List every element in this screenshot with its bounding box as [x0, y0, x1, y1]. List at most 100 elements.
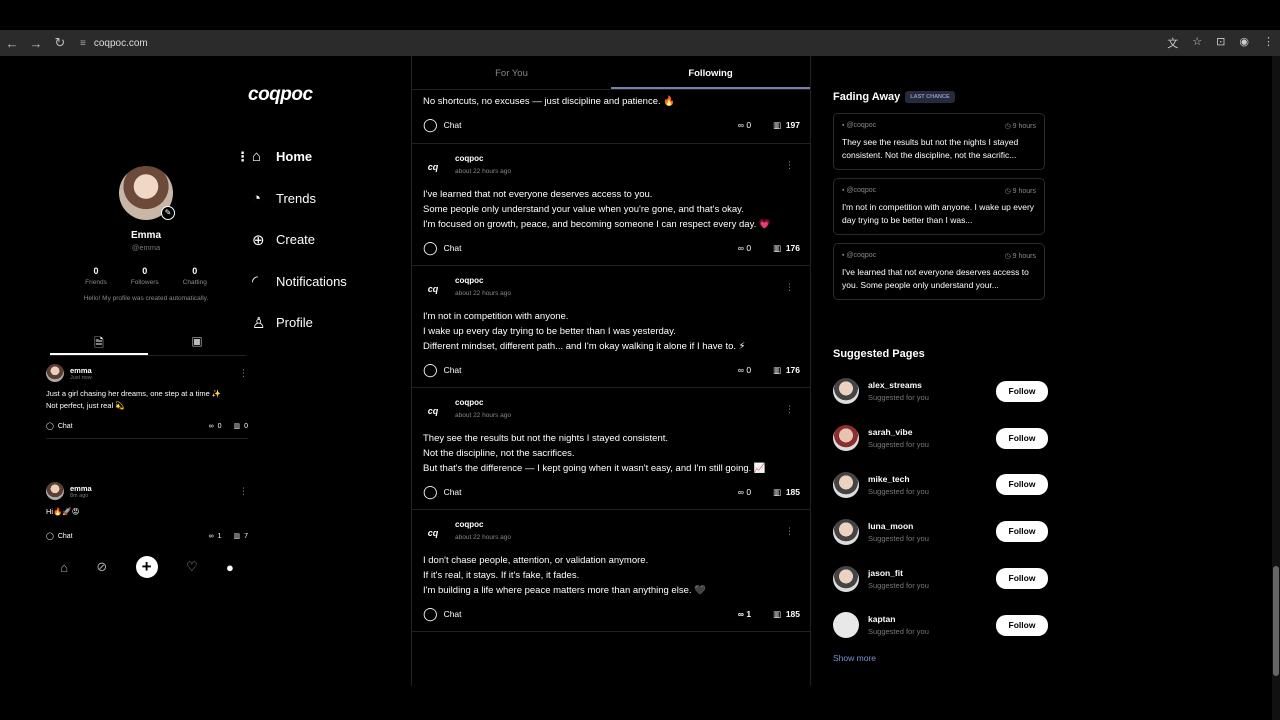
author-name[interactable]: coqpoc: [455, 276, 511, 285]
more-options-icon[interactable]: ⋮: [785, 282, 794, 293]
author-logo[interactable]: cq: [423, 528, 443, 538]
scrollbar-thumb[interactable]: [1273, 566, 1279, 676]
account-icon[interactable]: ◉: [1239, 35, 1249, 51]
avatar[interactable]: [46, 364, 64, 382]
menu-item-home[interactable]: ⋮ ⌂ Home: [236, 136, 347, 178]
home-icon: ⌂: [252, 148, 262, 166]
more-options-icon[interactable]: ⋮: [785, 404, 794, 415]
avatar[interactable]: [833, 378, 859, 405]
post-text: I don't chase people, attention, or vali…: [423, 555, 706, 596]
home-icon[interactable]: ⌂: [60, 560, 68, 575]
address-bar[interactable]: ≡ coqpoc.com: [80, 38, 148, 49]
bottom-nav: ⌂ ⊘ + ♡ ●: [46, 556, 248, 578]
follow-button[interactable]: Follow: [996, 474, 1048, 496]
chat-button[interactable]: Chat: [444, 365, 462, 375]
author-name[interactable]: coqpoc: [455, 520, 511, 529]
chat-icon[interactable]: ◯: [423, 484, 438, 500]
suggested-item: luna_moon Suggested for you Follow: [833, 508, 1048, 555]
avatar[interactable]: [833, 518, 859, 545]
profile-name: Emma: [130, 230, 161, 241]
chat-button[interactable]: Chat: [58, 533, 73, 540]
more-dots-icon[interactable]: ⋮: [236, 149, 252, 165]
chat-button[interactable]: Chat: [444, 120, 462, 130]
avatar[interactable]: [833, 425, 859, 452]
suggested-pages-title: Suggested Pages: [833, 348, 925, 360]
tab-for-you[interactable]: For You: [412, 56, 611, 89]
infinity-icon[interactable]: ∞: [738, 243, 746, 253]
site-settings-icon[interactable]: ≡: [80, 38, 86, 49]
more-options-icon[interactable]: ⋮: [785, 160, 794, 171]
author-logo[interactable]: cq: [423, 162, 443, 172]
page: coqpoc ⋮ ⌂ Home ◔ Trends ⊕ Create ◜ Noti…: [0, 56, 1280, 720]
forward-arrow-icon[interactable]: →: [24, 36, 48, 51]
chat-icon[interactable]: ◯: [423, 362, 438, 378]
url-text: coqpoc.com: [93, 37, 148, 49]
document-icon: 🗎: [94, 336, 104, 350]
star-icon[interactable]: ☆: [1192, 35, 1202, 51]
stat-friends[interactable]: 0 Friends: [85, 266, 107, 286]
chat-icon[interactable]: ◯: [423, 606, 438, 622]
fading-card[interactable]: ▪ @coqpoc ◷ 9 hours I'm not in competitio…: [833, 178, 1045, 235]
author-name[interactable]: coqpoc: [455, 398, 511, 407]
follow-button[interactable]: Follow: [996, 614, 1048, 636]
infinity-icon[interactable]: ∞: [738, 365, 746, 375]
heart-icon[interactable]: ♡: [186, 559, 198, 575]
fading-card[interactable]: ▪ @coqpoc ◷ 9 hours I've learned that not…: [833, 243, 1045, 300]
menu-item-trends[interactable]: ◔ Trends: [236, 178, 347, 220]
compass-icon[interactable]: ⊘: [96, 559, 107, 575]
more-options-icon[interactable]: ⋮: [239, 486, 248, 497]
fading-card[interactable]: ▪ @coqpoc ◷ 9 hours They see the results …: [833, 113, 1045, 170]
more-options-icon[interactable]: ⋮: [239, 368, 248, 379]
follow-button[interactable]: Follow: [996, 521, 1048, 543]
avatar[interactable]: [833, 471, 859, 498]
infinity-icon[interactable]: ∞: [209, 533, 214, 540]
chat-button[interactable]: Chat: [444, 609, 462, 619]
menu-item-create[interactable]: ⊕ Create: [236, 219, 347, 261]
stat-chatting[interactable]: 0 Chatting: [183, 266, 207, 286]
reload-icon[interactable]: ↻: [48, 35, 72, 51]
infinity-icon[interactable]: ∞: [738, 487, 746, 497]
tab-following[interactable]: Following: [611, 56, 810, 89]
menu-item-profile[interactable]: ♙ Profile: [236, 302, 347, 344]
chat-button[interactable]: Chat: [444, 487, 462, 497]
chat-icon[interactable]: ◯: [423, 117, 438, 133]
profile-icon: ♙: [252, 314, 266, 332]
avatar[interactable]: [46, 482, 64, 500]
follow-button[interactable]: Follow: [996, 380, 1048, 402]
back-arrow-icon[interactable]: ←: [0, 36, 24, 51]
avatar[interactable]: [833, 612, 859, 639]
profile-icon[interactable]: ●: [226, 560, 234, 575]
post-card: cq coqpoc about 22 hours ago ⋮ They see t…: [412, 388, 810, 510]
author-logo[interactable]: cq: [423, 406, 443, 416]
tab-media[interactable]: ▣: [148, 334, 246, 355]
views-icon: ▥: [773, 119, 786, 130]
show-more-link[interactable]: Show more: [833, 653, 1048, 663]
create-plus-button[interactable]: +: [135, 556, 158, 578]
chat-button[interactable]: Chat: [444, 243, 462, 253]
chat-icon[interactable]: ◯: [423, 240, 438, 256]
scrollbar[interactable]: [1272, 56, 1280, 720]
tab-posts[interactable]: 🗎: [50, 334, 148, 355]
avatar[interactable]: [833, 565, 859, 592]
infinity-icon[interactable]: ∞: [209, 423, 214, 430]
author-logo[interactable]: cq: [423, 284, 443, 294]
avatar[interactable]: ✎: [119, 166, 175, 220]
translate-icon[interactable]: 文: [1167, 35, 1178, 51]
infinity-icon[interactable]: ∞: [738, 609, 746, 619]
chat-button[interactable]: Chat: [58, 423, 73, 430]
browser-menu-icon[interactable]: ⋮: [1263, 35, 1274, 51]
chat-icon[interactable]: ◯: [46, 532, 54, 540]
chat-icon[interactable]: ◯: [46, 422, 54, 430]
gallery-icon: ▣: [191, 334, 203, 348]
app-logo[interactable]: coqpoc: [248, 84, 313, 106]
more-options-icon[interactable]: ⋮: [785, 526, 794, 537]
post-text: I'm not in competition with anyone. I wa…: [423, 311, 746, 352]
stat-followers[interactable]: 0 Followers: [131, 266, 159, 286]
follow-button[interactable]: Follow: [996, 568, 1048, 590]
author-name[interactable]: coqpoc: [455, 154, 511, 163]
follow-button[interactable]: Follow: [996, 427, 1048, 449]
menu-item-notifications[interactable]: ◜ Notifications: [236, 261, 347, 303]
extensions-icon[interactable]: ⊡: [1216, 35, 1225, 51]
infinity-icon[interactable]: ∞: [738, 120, 746, 130]
edit-icon[interactable]: ✎: [161, 206, 175, 220]
